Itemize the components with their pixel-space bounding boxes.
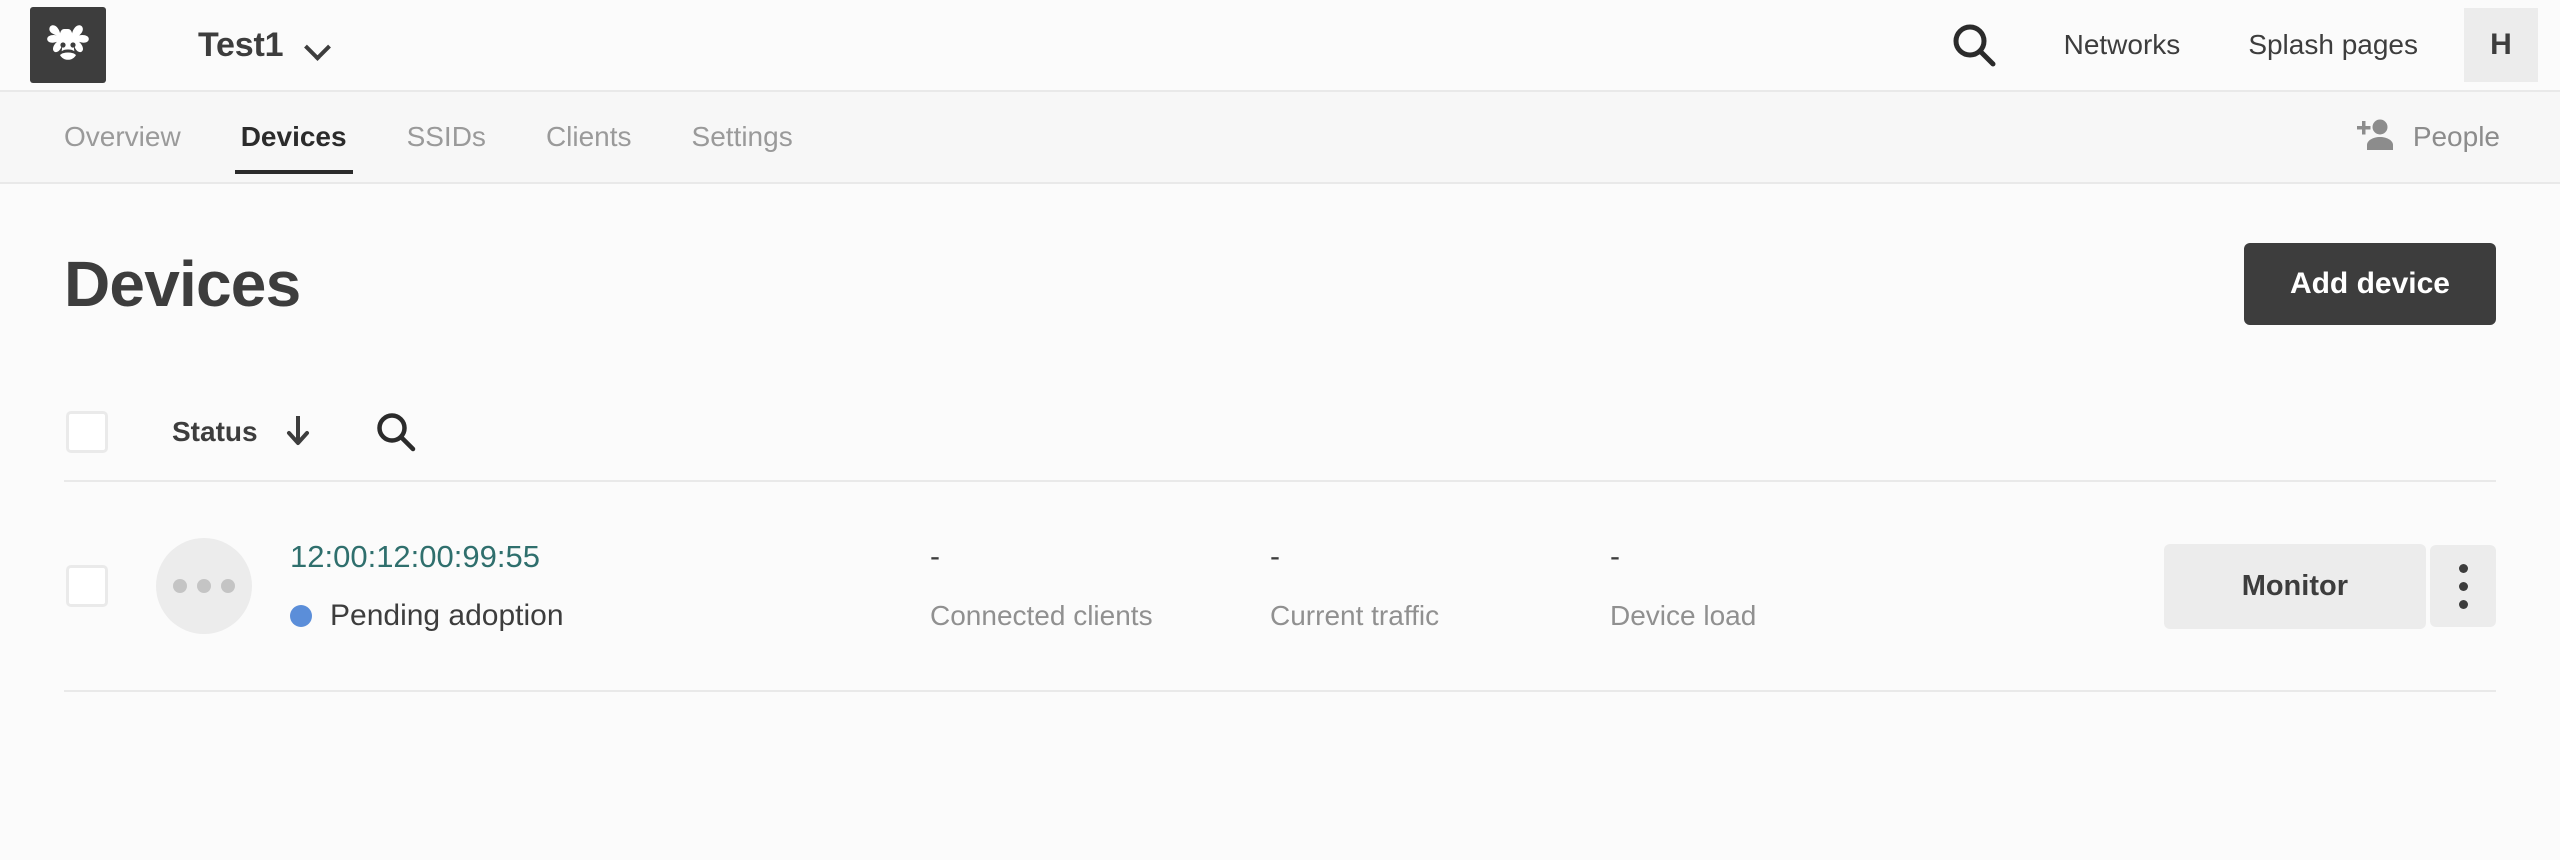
page-title: Devices: [64, 248, 301, 320]
status-badge: Pending adoption: [290, 599, 930, 633]
table-divider-bottom: [64, 690, 2496, 692]
column-header-status-label: Status: [172, 416, 258, 447]
metric-value: -: [1270, 540, 1280, 573]
org-switcher[interactable]: Test1: [198, 26, 331, 65]
org-name: Test1: [198, 25, 284, 64]
metric-current-traffic: - Current traffic: [1270, 540, 1610, 632]
tab-overview[interactable]: Overview: [34, 92, 211, 182]
device-info: 12:00:12:00:99:55 Pending adoption: [290, 539, 930, 633]
tab-ssids[interactable]: SSIDs: [377, 92, 516, 182]
top-bar: Test1 Networks Splash pages H: [0, 0, 2560, 92]
metric-device-load: - Device load: [1610, 540, 1950, 632]
metric-label: Connected clients: [930, 600, 1153, 631]
search-icon[interactable]: [1944, 15, 2004, 75]
tab-clients[interactable]: Clients: [516, 92, 662, 182]
page-content: Devices Add device Status 12:00:12:00:99…: [0, 184, 2560, 692]
user-avatar[interactable]: H: [2464, 8, 2538, 82]
sub-nav-tabs: Overview Devices SSIDs Clients Settings: [34, 92, 823, 182]
table-row: 12:00:12:00:99:55 Pending adoption - Con…: [64, 482, 2496, 690]
sub-nav: Overview Devices SSIDs Clients Settings …: [0, 92, 2560, 184]
row-select-checkbox[interactable]: [66, 565, 108, 607]
status-label: Pending adoption: [330, 599, 564, 632]
top-bar-right: Networks Splash pages H: [1944, 0, 2560, 90]
nav-link-networks[interactable]: Networks: [2064, 29, 2181, 61]
select-all-checkbox[interactable]: [66, 411, 108, 453]
metric-connected-clients: - Connected clients: [930, 540, 1270, 632]
person-add-icon: [2353, 118, 2395, 157]
device-placeholder-icon: [156, 538, 252, 634]
monitor-button[interactable]: Monitor: [2163, 543, 2426, 629]
tab-devices[interactable]: Devices: [211, 92, 377, 182]
metric-value: -: [1610, 540, 1620, 573]
metric-label: Device load: [1610, 600, 1757, 631]
arrow-down-icon: [284, 413, 312, 452]
chevron-down-icon: [305, 38, 331, 53]
device-name-link[interactable]: 12:00:12:00:99:55: [290, 539, 540, 575]
people-button[interactable]: People: [2353, 92, 2560, 182]
more-vertical-icon[interactable]: [2430, 545, 2496, 627]
metric-value: -: [930, 540, 940, 573]
column-header-status[interactable]: Status: [172, 413, 312, 452]
status-dot-icon: [290, 605, 312, 627]
table-toolbar: Status: [64, 384, 2496, 480]
table-search-icon[interactable]: [374, 410, 418, 454]
tab-settings[interactable]: Settings: [662, 92, 823, 182]
metric-label: Current traffic: [1270, 600, 1440, 631]
row-actions: Monitor: [2163, 543, 2496, 629]
people-label: People: [2412, 121, 2500, 152]
add-device-button[interactable]: Add device: [2243, 243, 2496, 325]
page-header: Devices Add device: [64, 184, 2496, 384]
nav-link-splash-pages[interactable]: Splash pages: [2248, 29, 2418, 61]
devices-table: Status 12:00:12:00:99:55 Pending adoptio…: [64, 384, 2496, 692]
meraki-logo-icon[interactable]: [30, 7, 106, 83]
